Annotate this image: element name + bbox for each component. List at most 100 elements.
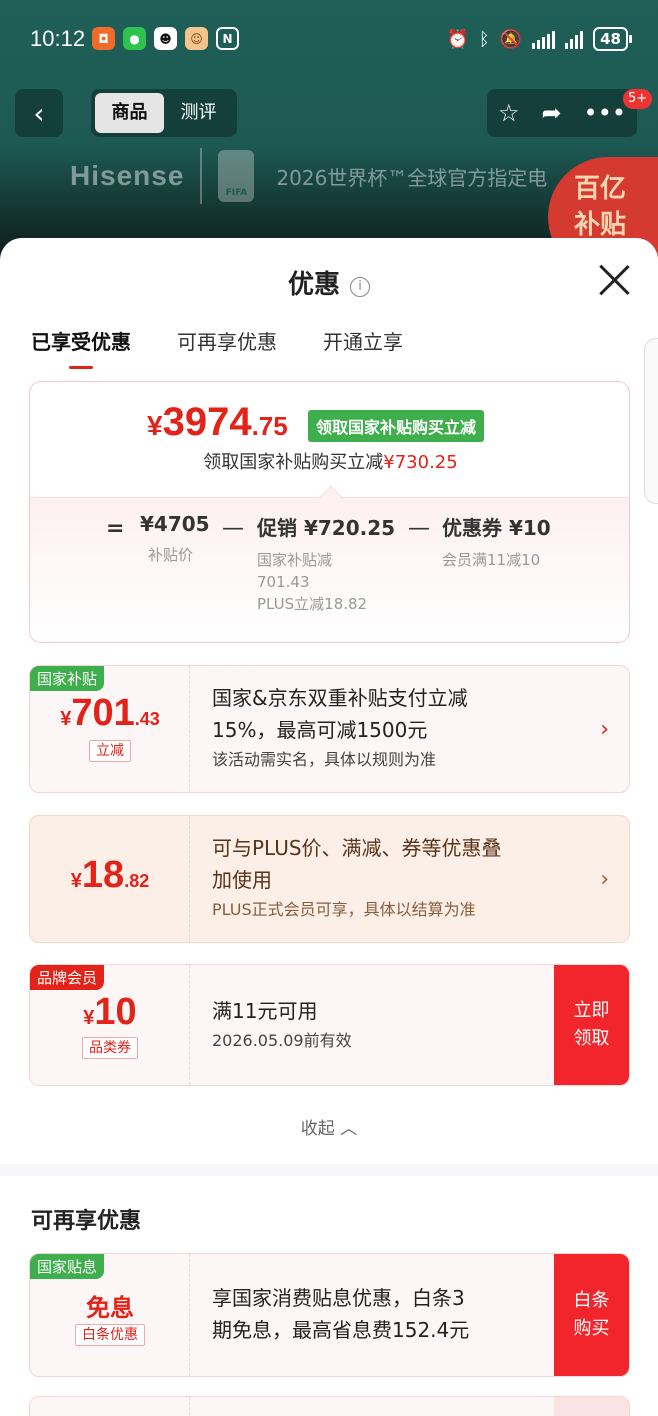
coupon-description: 国家&京东双重补贴支付立减 15%，最高可减1500元 该活动需实名，具体以规则… xyxy=(212,666,589,792)
coupon-sub-label: 立减 xyxy=(89,740,131,762)
brand-member-coupon: 品牌会员 ¥10 品类券 满11元可用 2026.05.09前有效 立即 领取 xyxy=(29,964,630,1086)
sheet-title-text: 优惠 xyxy=(287,270,340,300)
section-divider xyxy=(0,1164,658,1176)
coupon-text: 期免息，最高省息费152.4元 xyxy=(212,1318,470,1342)
coupon-text: 15%，最高可减1500元 xyxy=(212,718,428,742)
coupon-sub-label: 白条优惠 xyxy=(75,1324,145,1346)
mute-icon: 🔕 xyxy=(499,28,523,50)
final-price-area: ¥3974.75 领取国家补贴购买立减 领取国家补贴购买立减¥730.25 xyxy=(30,382,629,497)
minus-sign: — xyxy=(408,516,430,541)
final-price: ¥3974.75 xyxy=(147,400,288,445)
nfc-icon: N xyxy=(216,27,239,50)
wechat-icon: ● xyxy=(123,27,146,50)
coupon-description: 满11元可用 2026.05.09前有效 xyxy=(212,965,589,1085)
coupon-value: 优惠券 ¥10 xyxy=(442,516,551,540)
coupon-tag: 国家贴息 xyxy=(30,1254,105,1279)
plus-discount-card[interactable]: ¥18.82 可与PLUS价、满减、券等优惠叠 加使用 PLUS正式会员可享，具… xyxy=(29,815,630,943)
subsidy-tag: 领取国家补贴购买立减 xyxy=(308,410,485,442)
sheet-title: 优惠 i xyxy=(0,264,658,301)
share-icon[interactable]: ➦ xyxy=(541,99,561,127)
coupon-text: 国家&京东双重补贴支付立减 xyxy=(212,686,468,710)
alarm-icon: ⏰ xyxy=(446,28,469,50)
coupon-text: 享国家消费贴息优惠，白条3 xyxy=(212,1286,465,1310)
coupon-text: 加使用 xyxy=(212,868,272,892)
collapse-button[interactable]: 收起 ︿ xyxy=(0,1114,658,1139)
summary-line-amount: ¥730.25 xyxy=(383,452,458,473)
final-price-integer: 3974 xyxy=(162,400,252,444)
coupon-tag: 品牌会员 xyxy=(30,965,105,990)
next-coupon-card xyxy=(29,1396,630,1416)
subsidy-badge-line: 百亿 xyxy=(574,174,627,204)
promo-detail: 国家补贴减 701.43 PLUS立减18.82 xyxy=(257,549,395,615)
coupon-sub: 立减 xyxy=(30,740,190,762)
brand-logo: Hisense xyxy=(70,160,185,191)
tab-open-to-enjoy[interactable]: 开通立享 xyxy=(323,326,403,369)
signal-icon xyxy=(532,29,556,49)
next-card-button xyxy=(554,1397,629,1416)
coupon-amount-area: 国家贴息 免息 白条优惠 xyxy=(30,1254,190,1376)
notification-app-icon: ☺ xyxy=(185,27,208,50)
promo-cell: 促销 ¥720.25 国家补贴减 701.43 PLUS立减18.82 xyxy=(257,512,395,615)
qq-icon: ☻ xyxy=(154,27,177,50)
promo-detail-line: 国家补贴减 xyxy=(257,551,333,569)
price-summary-card: ¥3974.75 领取国家补贴购买立减 领取国家补贴购买立减¥730.25 = … xyxy=(29,381,630,643)
promo-value: 促销 ¥720.25 xyxy=(257,516,396,540)
currency-symbol: ¥ xyxy=(83,1007,95,1029)
summary-line-text: 领取国家补贴购买立减 xyxy=(203,452,384,473)
chevron-right-icon[interactable]: › xyxy=(600,717,609,742)
baitiao-buy-button[interactable]: 白条 购买 xyxy=(554,1254,629,1376)
summary-line: 领取国家补贴购买立减¥730.25 xyxy=(30,448,629,474)
coupon-tag: 国家补贴 xyxy=(30,666,105,691)
coupon-title: 免息 xyxy=(86,1295,134,1322)
buy-button-label: 购买 xyxy=(573,1318,610,1339)
tab-review[interactable]: 测评 xyxy=(164,93,233,133)
base-price-label: 补贴价 xyxy=(148,546,194,564)
coupon-text: 满11元可用 xyxy=(212,999,318,1023)
tab-enjoyed-discounts[interactable]: 已享受优惠 xyxy=(31,326,131,369)
coupon-amount-area: ¥18.82 xyxy=(30,816,190,942)
brand-banner: Hisense FIFA 2026世界杯™全球官方指定电 xyxy=(70,148,547,204)
claim-button-label: 立即 xyxy=(573,1000,610,1021)
more-icon[interactable]: ••• xyxy=(584,99,626,127)
equals-sign: = xyxy=(106,516,125,541)
header-tabs: 商品 测评 xyxy=(91,89,237,137)
coupon-amount-area: 品牌会员 ¥10 品类券 xyxy=(30,965,190,1085)
bluetooth-icon: ᛒ xyxy=(478,28,490,50)
back-button[interactable]: ‹ xyxy=(15,89,63,137)
promo-detail-line: 701.43 xyxy=(257,573,310,591)
star-icon[interactable]: ☆ xyxy=(498,99,520,127)
message-badge: 5+ xyxy=(623,89,653,109)
coupon-amount-integer: 701 xyxy=(71,692,135,734)
collapse-label: 收起 xyxy=(300,1119,335,1139)
coupon-note: PLUS正式会员可享，具体以结算为准 xyxy=(212,900,476,919)
currency-symbol: ¥ xyxy=(70,870,82,892)
status-app-icons: ◘ ● ☻ ☺ N xyxy=(92,27,239,50)
claim-coupon-button[interactable]: 立即 领取 xyxy=(554,965,629,1085)
info-icon[interactable]: i xyxy=(350,277,370,297)
chevron-left-icon: ‹ xyxy=(33,96,45,130)
more-discounts-title: 可再享优惠 xyxy=(31,1209,142,1234)
chevron-right-icon[interactable]: › xyxy=(600,867,609,892)
status-indicators: ⏰ ᛒ 🔕 48 xyxy=(446,27,632,51)
divider xyxy=(200,148,203,204)
status-time: 10:12 xyxy=(30,26,86,51)
banner-text: 2026世界杯™全球官方指定电 xyxy=(276,165,548,190)
discount-tabs: 已享受优惠 可再享优惠 开通立享 xyxy=(31,326,403,369)
coupon-amount-decimal: .82 xyxy=(124,871,150,891)
coupon-sub: 白条优惠 xyxy=(30,1324,190,1346)
close-icon[interactable] xyxy=(598,264,630,296)
status-bar: 10:12 ◘ ● ☻ ☺ N ⏰ ᛒ 🔕 48 xyxy=(0,0,658,80)
side-pull-tab[interactable] xyxy=(644,338,658,504)
tab-more-discounts[interactable]: 可再享优惠 xyxy=(177,326,277,369)
coupon-sub: 品类券 xyxy=(30,1037,190,1059)
coupon-text: 可与PLUS价、满减、券等优惠叠 xyxy=(212,836,502,860)
tab-product[interactable]: 商品 xyxy=(95,93,164,133)
coupon-amount: ¥701.43 xyxy=(30,692,190,735)
base-price-cell: ¥4705 补贴价 xyxy=(140,512,210,566)
national-subsidy-card[interactable]: 国家补贴 ¥701.43 立减 国家&京东双重补贴支付立减 15%，最高可减15… xyxy=(29,665,630,793)
minus-sign: — xyxy=(222,516,244,541)
coupon-description: 可与PLUS价、满减、券等优惠叠 加使用 PLUS正式会员可享，具体以结算为准 xyxy=(212,816,589,942)
header-actions: ☆ ➦ ••• xyxy=(487,89,637,137)
base-price-value: ¥4705 xyxy=(140,512,210,536)
fifa-trophy-icon: FIFA xyxy=(218,150,255,202)
